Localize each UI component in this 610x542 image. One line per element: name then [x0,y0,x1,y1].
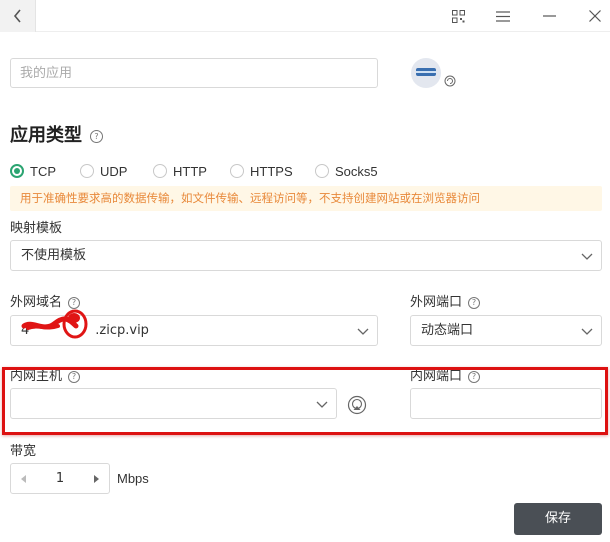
bandwidth-value[interactable]: 1 [37,464,83,493]
external-port-label-text: 外网端口 [410,295,463,310]
app-avatar-icon [411,58,456,88]
bandwidth-unit: Mbps [117,471,149,486]
back-button[interactable] [0,0,36,32]
bandwidth-label: 带宽 [10,444,37,459]
bandwidth-stepper[interactable]: 1 [10,463,110,494]
radio-label: Socks5 [335,163,378,179]
chevron-down-icon [581,328,593,335]
qr-code-button[interactable] [446,0,470,32]
chevron-left-icon [13,9,21,23]
radio-udp[interactable]: UDP [80,162,127,180]
radio-tcp[interactable]: TCP [10,162,56,180]
radio-http[interactable]: HTTP [153,162,207,180]
question-circle-icon[interactable]: ? [468,296,481,309]
external-domain-value-suffix: .zicp.vip [95,323,149,338]
question-circle-icon[interactable]: ? [90,129,103,143]
app-type-radio-group: TCP UDP HTTP HTTPS Socks5 [10,162,430,180]
radio-circle-icon [10,164,24,178]
close-icon [589,10,601,22]
save-button[interactable]: 保存 [514,503,602,535]
increment-button[interactable] [83,464,109,493]
redaction-scribble [21,309,88,339]
external-port-label: 外网端口? [410,291,481,310]
radio-label: UDP [100,163,128,179]
external-port-value: 动态端口 [421,323,474,338]
annotation-highlight-box [2,367,608,435]
radio-label: HTTP [173,163,207,179]
template-value: 不使用模板 [21,248,87,263]
title-bar [0,0,610,32]
radio-circle-icon [153,164,167,178]
app-icon-picker[interactable] [409,58,459,90]
menu-button[interactable] [491,0,515,32]
radio-circle-icon [80,164,94,178]
decrement-button[interactable] [11,464,37,493]
radio-socks5[interactable]: Socks5 [315,162,378,180]
chevron-down-icon [581,253,593,260]
external-port-select[interactable]: 动态端口 [410,315,602,346]
triangle-left-icon [21,474,26,483]
app-name-input[interactable] [10,58,378,88]
app-type-title: 应用类型 [10,125,82,146]
radio-label: TCP [30,163,56,179]
close-button[interactable] [583,0,607,32]
radio-https[interactable]: HTTPS [230,162,293,180]
template-select[interactable]: 不使用模板 [10,240,602,271]
app-type-heading: 应用类型? [10,121,103,147]
template-label: 映射模板 [10,221,63,236]
triangle-right-icon [94,474,99,483]
qr-code-icon [451,9,465,23]
minimize-button[interactable] [537,0,561,32]
minimize-icon [542,15,556,17]
radio-circle-icon [230,164,244,178]
chevron-down-icon [357,328,369,335]
radio-label: HTTPS [250,163,293,179]
app-type-hint: 用于准确性要求高的数据传输，如文件传输、远程访问等，不支持创建网站或在浏览器访问 [10,186,602,211]
hamburger-menu-icon [496,10,510,22]
radio-circle-icon [315,164,329,178]
